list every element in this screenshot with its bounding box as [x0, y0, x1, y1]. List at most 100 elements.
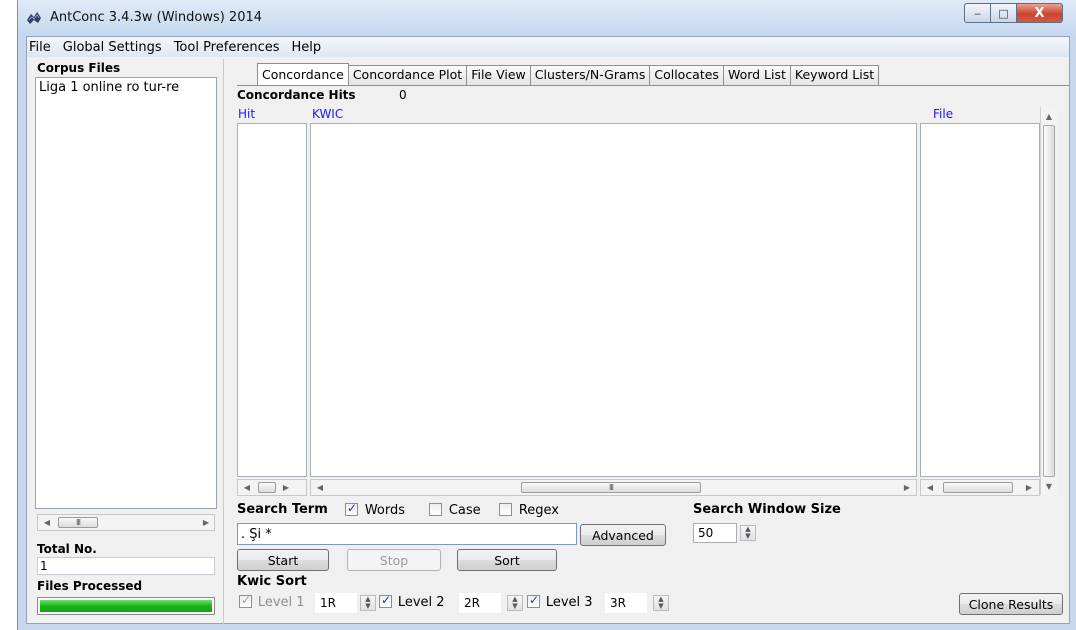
tab-clusters-ngrams[interactable]: Clusters/N-Grams	[529, 65, 651, 85]
scroll-thumb[interactable]: III	[521, 482, 701, 493]
sort-button[interactable]: Sort	[457, 549, 557, 571]
level3-checkbox[interactable]	[527, 593, 540, 608]
kwic-list[interactable]	[310, 123, 917, 477]
scroll-thumb[interactable]	[943, 482, 1013, 493]
level1-field[interactable]: 1R	[315, 593, 357, 613]
words-label: Words	[364, 503, 406, 518]
files-processed-progress	[37, 597, 215, 615]
kwic-hscrollbar[interactable]: ◀ III ▶	[310, 479, 917, 496]
menu-global-settings[interactable]: Global Settings	[57, 40, 168, 55]
tool-tabs: Concordance Concordance Plot File View C…	[257, 63, 880, 85]
advanced-button[interactable]: Advanced	[580, 524, 666, 546]
window-title: AntConc 3.4.3w (Windows) 2014	[50, 10, 263, 25]
column-header-hit[interactable]: Hit	[238, 107, 255, 121]
scroll-right-icon[interactable]: ▶	[1021, 480, 1037, 495]
clone-results-button[interactable]: Clone Results	[959, 593, 1063, 615]
total-no-value: 1	[40, 559, 48, 573]
title-bar[interactable]: AntConc 3.4.3w (Windows) 2014 ‒ □ X	[18, 0, 1076, 36]
total-no-label: Total No.	[37, 542, 97, 556]
corpus-file-item[interactable]: Liga 1 online ro tur-re	[39, 80, 215, 95]
level2-option[interactable]: Level 2	[379, 593, 445, 610]
level1-checkbox[interactable]	[239, 593, 252, 608]
window-size-spinner[interactable]: ▲ ▼	[740, 525, 756, 541]
words-option[interactable]: Words	[345, 501, 406, 518]
scroll-left-icon[interactable]: ◀	[239, 480, 255, 495]
menu-tool-preferences[interactable]: Tool Preferences	[168, 40, 286, 55]
level1-label: Level 1	[257, 595, 305, 610]
level3-option[interactable]: Level 3	[527, 593, 593, 610]
level2-spinner[interactable]: ▲ ▼	[507, 595, 523, 611]
search-term-input[interactable]: . Şi *	[237, 523, 577, 545]
clone-results-label: Clone Results	[968, 596, 1054, 612]
sort-label: Sort	[494, 552, 520, 568]
case-label: Case	[448, 503, 481, 518]
close-button[interactable]: X	[1017, 3, 1063, 23]
files-processed-label: Files Processed	[37, 579, 143, 593]
level2-field[interactable]: 2R	[459, 593, 501, 613]
tab-word-list[interactable]: Word List	[722, 65, 791, 85]
level2-value: 2R	[464, 596, 480, 610]
concordance-hits-label: Concordance Hits	[237, 88, 356, 102]
tab-collocates[interactable]: Collocates	[649, 65, 724, 85]
corpus-files-label: Corpus Files	[37, 61, 121, 75]
menu-file[interactable]: File	[27, 40, 57, 55]
column-header-kwic[interactable]: KWIC	[312, 107, 343, 121]
level1-spinner[interactable]: ▲ ▼	[360, 595, 376, 611]
scroll-down-icon[interactable]: ▼	[1041, 479, 1057, 494]
hit-hscrollbar[interactable]: ◀ ▶	[237, 479, 307, 496]
window-controls: ‒ □ X	[964, 3, 1069, 23]
scroll-left-icon[interactable]: ◀	[922, 480, 938, 495]
regex-option[interactable]: Regex	[499, 503, 559, 518]
minimize-button[interactable]: ‒	[964, 3, 991, 23]
tab-concordance-plot[interactable]: Concordance Plot	[347, 65, 468, 85]
scroll-right-icon[interactable]: ▶	[899, 480, 915, 495]
start-button[interactable]: Start	[237, 549, 329, 571]
level3-spinner[interactable]: ▲ ▼	[653, 595, 669, 611]
words-checkbox[interactable]	[345, 501, 358, 516]
scroll-left-icon[interactable]: ◀	[312, 480, 328, 495]
concordance-vscrollbar[interactable]: ▲ ▼	[1040, 107, 1057, 495]
corpus-files-list[interactable]: Liga 1 online ro tur-re	[35, 77, 217, 509]
total-no-field: 1	[37, 557, 215, 575]
scroll-thumb[interactable]	[258, 482, 276, 493]
search-window-size-value: 50	[698, 526, 714, 540]
column-header-file[interactable]: File	[933, 107, 953, 121]
panel-divider[interactable]	[223, 59, 224, 625]
case-checkbox[interactable]	[429, 503, 442, 516]
scroll-right-icon[interactable]: ▶	[198, 515, 214, 530]
tab-keyword-list[interactable]: Keyword List	[789, 65, 880, 85]
scroll-thumb[interactable]: III	[58, 517, 98, 528]
search-term-value: . Şi *	[241, 527, 272, 542]
stop-button[interactable]: Stop	[347, 549, 441, 571]
tab-strip-line	[237, 85, 1069, 86]
level3-field[interactable]: 3R	[605, 593, 647, 613]
maximize-button[interactable]: □	[991, 3, 1017, 23]
search-term-label: Search Term	[237, 502, 328, 517]
maximize-icon: □	[998, 6, 1009, 20]
regex-label: Regex	[518, 503, 559, 518]
level2-checkbox[interactable]	[379, 593, 392, 608]
client-area: File Global Settings Tool Preferences He…	[26, 36, 1070, 625]
scroll-right-icon[interactable]: ▶	[278, 480, 294, 495]
file-list[interactable]	[920, 123, 1040, 477]
tab-file-view[interactable]: File View	[466, 65, 531, 85]
regex-checkbox[interactable]	[499, 503, 512, 516]
progress-fill	[40, 600, 212, 612]
file-hscrollbar[interactable]: ◀ ▶	[920, 479, 1040, 496]
tab-concordance[interactable]: Concordance	[257, 63, 349, 85]
search-window-size-field[interactable]: 50	[693, 523, 737, 543]
case-option[interactable]: Case	[429, 503, 481, 518]
scroll-left-icon[interactable]: ◀	[39, 515, 55, 530]
scroll-up-icon[interactable]: ▲	[1041, 109, 1057, 124]
level1-option[interactable]: Level 1	[239, 593, 305, 610]
vscroll-thumb[interactable]	[1043, 125, 1055, 477]
level2-label: Level 2	[397, 595, 445, 610]
stop-label: Stop	[379, 552, 409, 568]
menu-help[interactable]: Help	[286, 40, 328, 55]
hit-list[interactable]	[237, 123, 307, 477]
corpus-files-hscrollbar[interactable]: ◀ III ▶	[37, 514, 215, 531]
close-icon: X	[1034, 5, 1045, 21]
concordance-hits-value: 0	[399, 88, 407, 102]
level1-value: 1R	[320, 596, 336, 610]
antconc-logo-icon	[27, 12, 41, 24]
